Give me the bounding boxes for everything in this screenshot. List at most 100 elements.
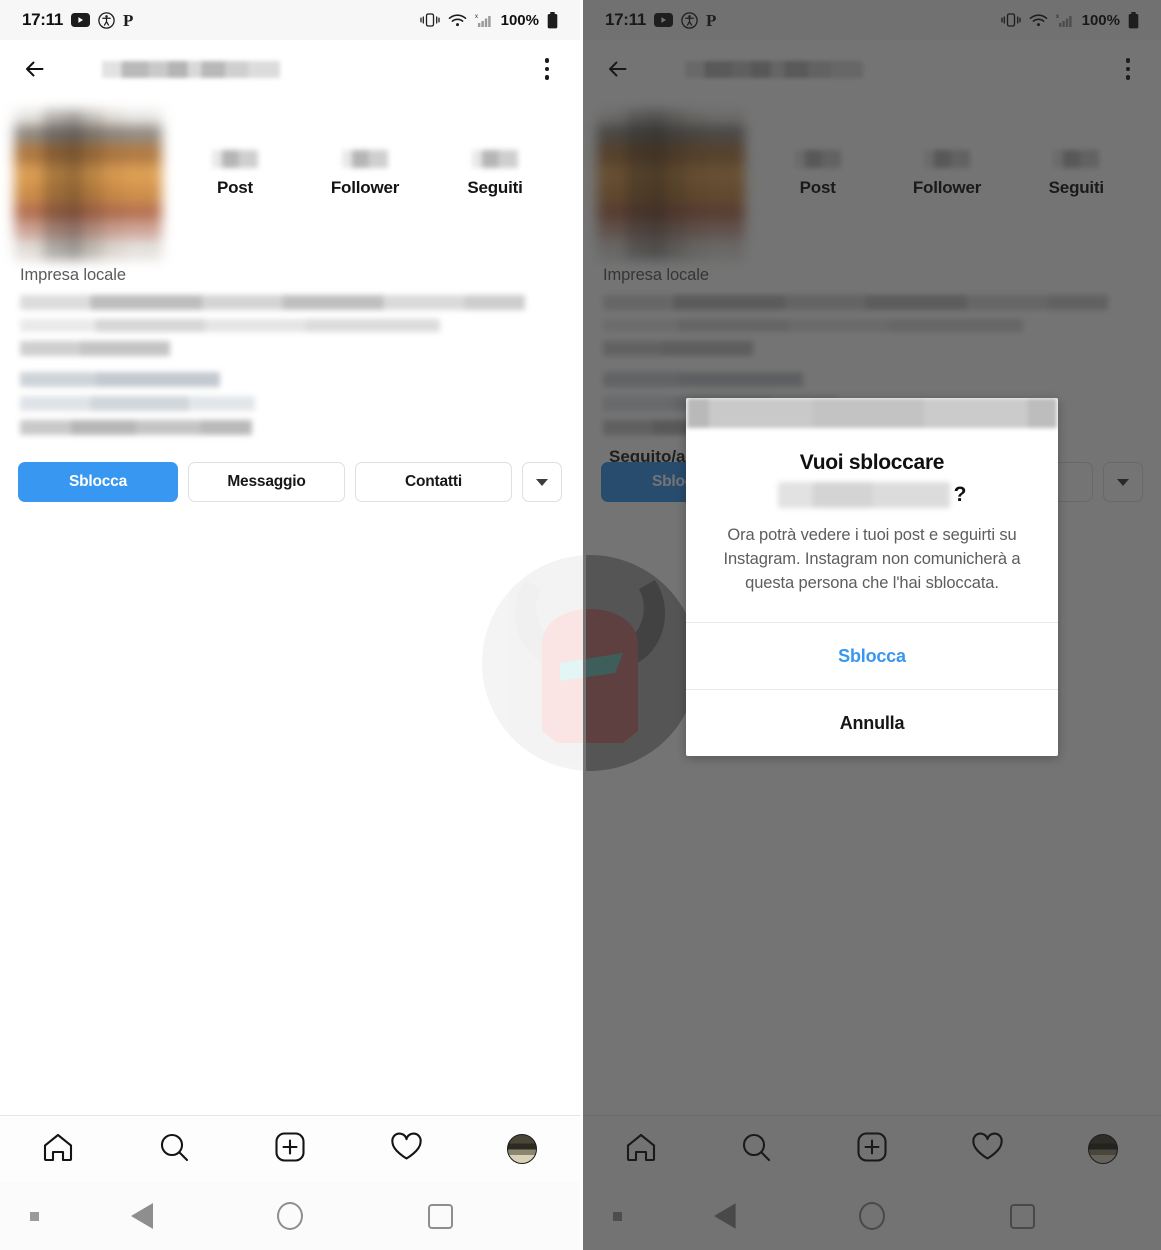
nav-activity[interactable] bbox=[958, 1126, 1018, 1172]
nav-add-post[interactable] bbox=[260, 1126, 320, 1172]
stat-followers-label: Follower bbox=[912, 178, 982, 197]
android-notification-dot bbox=[583, 1211, 652, 1221]
stat-followers[interactable]: Follower bbox=[310, 150, 420, 198]
android-home-button[interactable] bbox=[215, 1202, 366, 1230]
android-navigation-bar bbox=[583, 1182, 1161, 1250]
dialog-username-redacted bbox=[777, 482, 950, 509]
svg-text:x: x bbox=[1056, 14, 1059, 20]
android-back-button[interactable] bbox=[652, 1203, 797, 1229]
chevron-down-icon bbox=[536, 478, 548, 486]
back-icon bbox=[713, 1203, 736, 1229]
wifi-icon bbox=[1029, 13, 1048, 28]
youtube-icon bbox=[71, 13, 91, 27]
profile-avatar[interactable] bbox=[597, 102, 753, 260]
bio-line-redacted bbox=[20, 295, 525, 310]
pinterest-icon: P bbox=[123, 12, 137, 29]
svg-text:P: P bbox=[123, 12, 133, 29]
bio-line-redacted bbox=[20, 420, 252, 435]
profile-category: Impresa locale bbox=[20, 266, 126, 284]
profile-header: Post Follower Seguiti bbox=[0, 98, 580, 260]
android-notification-dot bbox=[0, 1211, 70, 1221]
add-post-icon bbox=[856, 1131, 888, 1168]
stat-following[interactable]: Seguiti bbox=[440, 150, 550, 198]
bio-line-redacted bbox=[20, 319, 440, 332]
contacts-button[interactable]: Contatti bbox=[355, 462, 512, 502]
stat-posts[interactable]: Post bbox=[763, 150, 873, 198]
activity-heart-icon bbox=[971, 1132, 1004, 1167]
profile-action-buttons: Sblocca Messaggio Contatti bbox=[0, 444, 580, 502]
nav-search[interactable] bbox=[144, 1126, 204, 1172]
back-icon[interactable] bbox=[603, 52, 637, 86]
stat-followers-label: Follower bbox=[330, 178, 400, 197]
dialog-cancel-button[interactable]: Annulla bbox=[686, 690, 1058, 756]
bio-line-redacted bbox=[20, 372, 220, 387]
status-bar: 17:11 P x 100% bbox=[583, 0, 1161, 40]
stat-following-value-redacted bbox=[1053, 150, 1100, 168]
stat-following-label: Seguiti bbox=[1048, 178, 1104, 197]
bottom-navigation bbox=[583, 1115, 1161, 1182]
stat-posts-label: Post bbox=[216, 178, 254, 197]
signal-icon: x bbox=[1056, 13, 1074, 28]
profile-category: Impresa locale bbox=[603, 266, 709, 284]
home-icon bbox=[625, 1132, 657, 1167]
android-recents-button[interactable] bbox=[947, 1203, 1097, 1229]
unblock-button[interactable]: Sblocca bbox=[18, 462, 178, 502]
back-icon[interactable] bbox=[20, 52, 54, 86]
phone-screen-right: 17:11 P x 100% Post Follower Seguiti Imp… bbox=[583, 0, 1161, 1250]
pinterest-icon: P bbox=[706, 12, 720, 29]
more-options-icon[interactable] bbox=[534, 54, 560, 84]
stat-following[interactable]: Seguiti bbox=[1021, 150, 1131, 198]
stat-posts[interactable]: Post bbox=[180, 150, 290, 198]
nav-home[interactable] bbox=[28, 1126, 88, 1172]
stat-followers[interactable]: Follower bbox=[892, 150, 1002, 198]
profile-avatar[interactable] bbox=[14, 102, 170, 260]
chevron-down-icon bbox=[1117, 478, 1129, 486]
back-icon bbox=[131, 1203, 154, 1229]
android-recents-button[interactable] bbox=[365, 1203, 516, 1229]
home-icon bbox=[276, 1202, 303, 1230]
profile-username-redacted bbox=[102, 60, 280, 78]
nav-home[interactable] bbox=[611, 1126, 671, 1172]
nav-profile[interactable] bbox=[492, 1126, 552, 1172]
dialog-description: Ora potrà vedere i tuoi post e seguirti … bbox=[723, 526, 1021, 593]
profile-bio: Impresa locale bbox=[0, 260, 580, 435]
profile-avatar-image-redacted bbox=[597, 110, 745, 260]
dialog-confirm-button[interactable]: Sblocca bbox=[686, 623, 1058, 689]
battery-icon bbox=[547, 11, 558, 29]
recents-icon bbox=[428, 1203, 454, 1229]
home-icon bbox=[42, 1132, 74, 1167]
more-options-icon[interactable] bbox=[1115, 54, 1141, 84]
vibrate-icon bbox=[1000, 12, 1021, 28]
nav-activity[interactable] bbox=[376, 1126, 436, 1172]
dialog-title: Vuoi sbloccare bbox=[799, 451, 945, 474]
android-navigation-bar bbox=[0, 1182, 580, 1250]
svg-text:x: x bbox=[475, 14, 478, 20]
phone-screen-left: 17:11 P x 100% Post Follower Seguiti Imp… bbox=[0, 0, 580, 1250]
status-bar-left: 17:11 P bbox=[22, 10, 137, 30]
app-bar bbox=[583, 40, 1161, 98]
accessibility-icon bbox=[98, 11, 115, 29]
more-actions-button[interactable] bbox=[522, 462, 562, 502]
profile-header: Post Follower Seguiti bbox=[583, 98, 1161, 260]
dialog-body: Vuoi sbloccare ? Ora potrà vedere i tuoi… bbox=[686, 428, 1058, 622]
android-home-button[interactable] bbox=[797, 1202, 947, 1230]
more-actions-button[interactable] bbox=[1103, 462, 1143, 502]
android-back-button[interactable] bbox=[70, 1203, 215, 1229]
battery-icon bbox=[1128, 11, 1139, 29]
stat-followers-value-redacted bbox=[342, 150, 388, 168]
profile-avatar-image-redacted bbox=[14, 110, 162, 260]
profile-username-redacted bbox=[685, 60, 863, 78]
stat-following-label: Seguiti bbox=[467, 178, 523, 197]
stat-posts-value-redacted bbox=[794, 150, 841, 168]
nav-search[interactable] bbox=[726, 1126, 786, 1172]
search-icon bbox=[158, 1131, 190, 1168]
search-icon bbox=[740, 1131, 772, 1168]
bottom-navigation bbox=[0, 1115, 580, 1182]
recents-icon bbox=[1009, 1203, 1035, 1229]
message-button[interactable]: Messaggio bbox=[188, 462, 345, 502]
dialog-username-row: ? bbox=[712, 480, 1032, 510]
status-bar-right: x 100% bbox=[419, 11, 558, 29]
nav-add-post[interactable] bbox=[842, 1126, 902, 1172]
status-time: 17:11 bbox=[22, 10, 64, 29]
nav-profile[interactable] bbox=[1073, 1126, 1133, 1172]
